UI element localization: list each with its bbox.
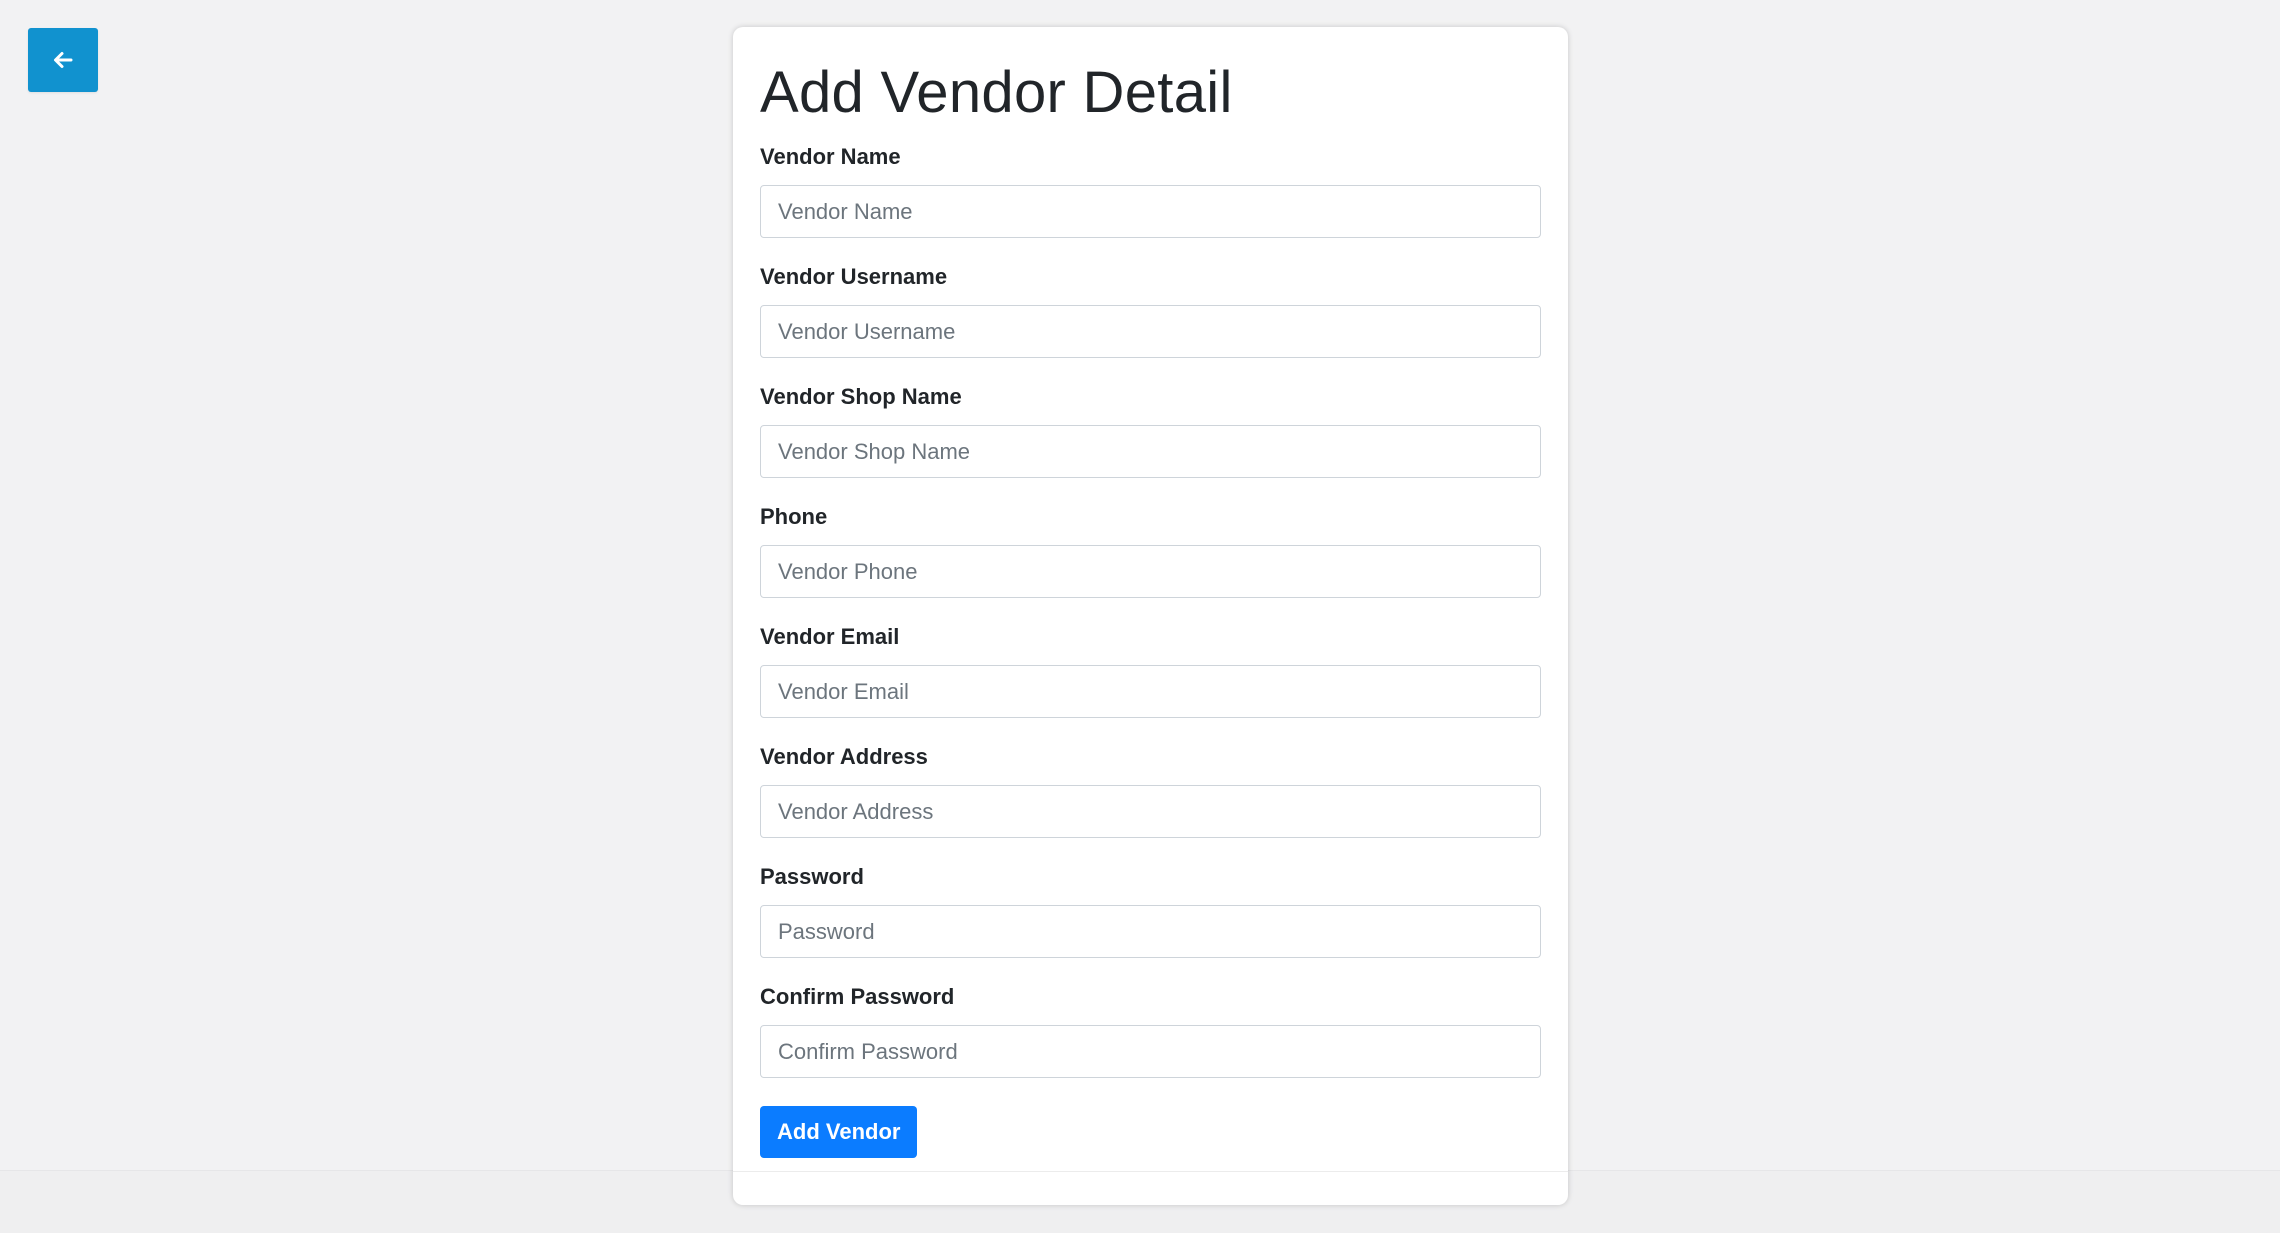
confirm-password-input[interactable] <box>760 1025 1541 1078</box>
vendor-username-group: Vendor Username <box>760 263 1541 383</box>
vendor-email-input[interactable] <box>760 665 1541 718</box>
add-vendor-button[interactable]: Add Vendor <box>760 1106 918 1158</box>
phone-label: Phone <box>760 504 828 529</box>
password-label: Password <box>760 864 864 889</box>
vendor-address-group: Vendor Address <box>760 743 1541 863</box>
vendor-address-label: Vendor Address <box>760 744 928 769</box>
arrow-left-icon <box>51 48 75 72</box>
vendor-name-group: Vendor Name <box>760 143 1541 263</box>
vendor-shop-name-input[interactable] <box>760 425 1541 478</box>
vendor-username-label: Vendor Username <box>760 264 948 289</box>
password-input[interactable] <box>760 905 1541 958</box>
confirm-password-group: Confirm Password <box>760 983 1541 1103</box>
password-group: Password <box>760 863 1541 983</box>
vendor-username-input[interactable] <box>760 305 1541 358</box>
back-button[interactable] <box>28 28 98 92</box>
vendor-email-group: Vendor Email <box>760 623 1541 743</box>
vendor-shop-name-label: Vendor Shop Name <box>760 384 962 409</box>
vendor-shop-name-group: Vendor Shop Name <box>760 383 1541 503</box>
phone-input[interactable] <box>760 545 1541 598</box>
vendor-email-label: Vendor Email <box>760 624 900 649</box>
vendor-address-input[interactable] <box>760 785 1541 838</box>
card-footer-divider <box>733 1171 1568 1172</box>
page-title: Add Vendor Detail <box>760 60 1233 125</box>
confirm-password-label: Confirm Password <box>760 984 955 1009</box>
phone-group: Phone <box>760 503 1541 623</box>
add-vendor-card: Add Vendor Detail Vendor Name Vendor Use… <box>733 27 1568 1205</box>
vendor-name-input[interactable] <box>760 185 1541 238</box>
vendor-name-label: Vendor Name <box>760 144 901 169</box>
